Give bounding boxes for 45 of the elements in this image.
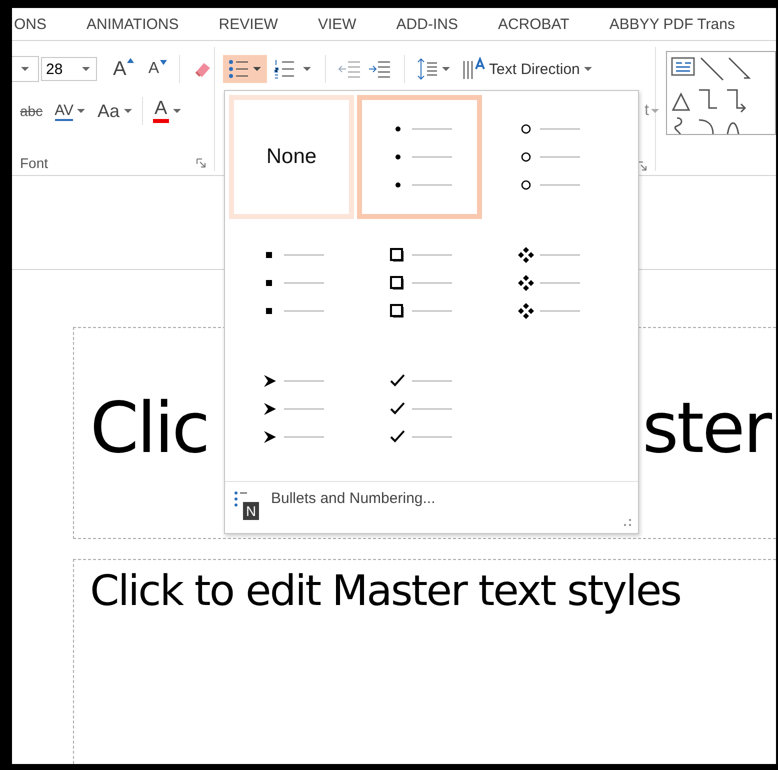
bullets-and-numbering-item[interactable]: Bullets and Numbering...	[271, 490, 436, 508]
dropdown-arrow-icon[interactable]	[173, 108, 182, 114]
dropdown-arrow-icon[interactable]	[77, 108, 86, 114]
ribbon-tab[interactable]: ACROBAT	[498, 16, 570, 32]
resize-grip-icon[interactable]	[624, 519, 632, 527]
text-direction-icon	[461, 57, 486, 81]
shapes-gallery[interactable]	[666, 51, 776, 135]
ribbon-tab[interactable]: VIEW	[318, 16, 356, 32]
text-direction-button[interactable]: Text Direction	[461, 57, 592, 81]
character-spacing-button[interactable]: AV	[54, 102, 74, 120]
bullet-style-option[interactable]	[357, 95, 482, 219]
body-text: Click to edit Master text styles	[90, 566, 681, 615]
dialog-launcher-icon[interactable]	[196, 158, 206, 168]
dropdown-arrow-icon	[584, 66, 592, 72]
ribbon-tab[interactable]: ONS	[14, 16, 47, 32]
bullet-list-icon	[227, 58, 264, 80]
bullets-button[interactable]	[223, 55, 268, 83]
title-text: Clic	[90, 387, 208, 469]
dropdown-arrow-icon[interactable]	[124, 108, 132, 114]
font-color-button[interactable]: A	[152, 99, 170, 123]
ribbon-tab[interactable]: ABBYY PDF Trans	[609, 16, 735, 32]
strikethrough-button[interactable]: abc	[20, 103, 43, 119]
change-case-button[interactable]: Aa	[97, 100, 120, 122]
ribbon-tab[interactable]: ADD-INS	[396, 16, 458, 32]
line-spacing-icon[interactable]	[417, 57, 452, 81]
font-name-dropdown[interactable]	[12, 56, 39, 82]
shrink-font-button[interactable]: A	[148, 60, 168, 78]
text-placeholder[interactable]: Click to edit Master text styles	[73, 559, 776, 764]
ribbon-tab[interactable]: ANIMATIONS	[86, 16, 179, 32]
numbered-list-icon[interactable]	[273, 58, 314, 80]
title-text: ster	[642, 387, 770, 469]
group-label: Font	[20, 155, 48, 171]
bullet-style-option[interactable]: None	[229, 95, 354, 219]
dropdown-arrow-icon	[651, 108, 659, 114]
smartart-button[interactable]: t	[642, 102, 659, 120]
down-triangle-icon	[160, 60, 168, 65]
dropdown-arrow-icon	[21, 66, 29, 72]
grow-font-button[interactable]: A	[113, 58, 134, 80]
keytip-badge: N	[243, 502, 260, 520]
ribbon-tab[interactable]: REVIEW	[218, 16, 278, 32]
dropdown-arrow-icon	[82, 66, 90, 72]
font-size-field[interactable]: 28	[41, 57, 97, 81]
decrease-indent-icon[interactable]	[338, 59, 362, 79]
up-triangle-icon	[127, 58, 134, 62]
increase-indent-icon[interactable]	[368, 59, 392, 79]
